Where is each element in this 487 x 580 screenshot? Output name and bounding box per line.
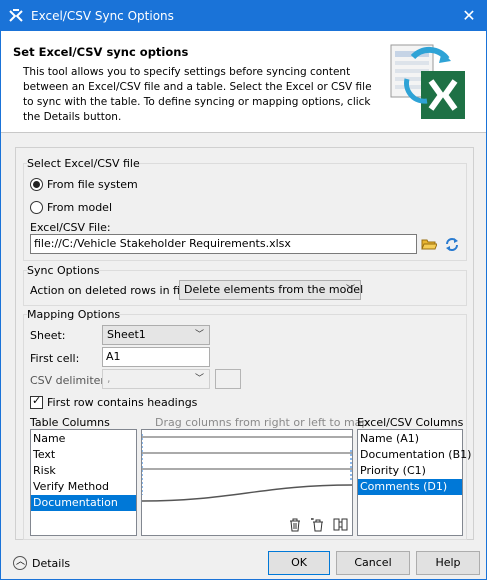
map-by-name-icon[interactable] [333, 517, 348, 532]
radio-from-model[interactable] [30, 201, 43, 214]
first-cell-label: First cell: [30, 352, 80, 365]
first-row-headings-label: First row contains headings [47, 396, 198, 409]
mapping-group-title: Mapping Options [27, 308, 121, 321]
window-title: Excel/CSV Sync Options [31, 9, 174, 23]
header-banner: Set Excel/CSV sync options This tool all… [1, 31, 486, 133]
first-cell-input[interactable]: A1 [102, 347, 210, 367]
auto-map-icon[interactable] [310, 517, 325, 532]
table-columns-list[interactable]: Name Text Risk Verify Method Documentati… [30, 429, 137, 536]
sync-group-title: Sync Options [27, 264, 100, 277]
csv-delimiter-select[interactable]: , ﹀ [102, 369, 210, 389]
excel-column-item-selected[interactable]: Comments (D1) [358, 479, 462, 495]
file-group-title: Select Excel/CSV file [27, 157, 140, 170]
details-expand-button[interactable]: ︿ [13, 556, 27, 570]
refresh-icon[interactable] [444, 236, 460, 252]
title-bar: Excel/CSV Sync Options ✕ [1, 1, 486, 31]
file-path-input[interactable]: file://C:/Vehicle Stakeholder Requiremen… [30, 234, 417, 254]
cancel-button[interactable]: Cancel [336, 551, 410, 575]
header-title: Set Excel/CSV sync options [13, 45, 189, 59]
button-bar: ︿ Details OK Cancel Help [1, 546, 486, 579]
sheet-select[interactable]: Sheet1 ﹀ [102, 325, 210, 345]
sheet-label: Sheet: [30, 329, 66, 342]
csv-delimiter-label: CSV delimiter: [30, 374, 109, 387]
table-columns-label: Table Columns [30, 416, 110, 429]
details-label[interactable]: Details [32, 557, 70, 570]
sheet-value: Sheet1 [107, 328, 146, 341]
chevron-down-icon: ﹀ [345, 285, 355, 295]
radio-from-model-label: From model [47, 201, 113, 214]
deleted-rows-select[interactable]: Delete elements from the model ﹀ [179, 280, 364, 300]
chevron-down-icon: ﹀ [194, 374, 204, 384]
chevron-down-icon: ﹀ [194, 330, 204, 340]
excel-columns-label: Excel/CSV Columns [357, 416, 464, 429]
chevron-up-icon: ︿ [16, 557, 26, 567]
first-row-headings-checkbox[interactable] [30, 394, 43, 409]
table-column-item[interactable]: Risk [31, 463, 136, 479]
csv-delimiter-custom-input[interactable] [215, 369, 241, 389]
excel-column-item[interactable]: Priority (C1) [358, 463, 462, 479]
table-column-item[interactable]: Verify Method [31, 479, 136, 495]
radio-from-file-system-label: From file system [47, 178, 138, 191]
table-column-item-selected[interactable]: Documentation [31, 495, 136, 511]
ok-button[interactable]: OK [268, 551, 330, 575]
deleted-rows-value: Delete elements from the model [184, 283, 364, 296]
table-column-item[interactable]: Name [31, 431, 136, 447]
excel-column-item[interactable]: Name (A1) [358, 431, 462, 447]
mapping-canvas[interactable] [141, 429, 353, 536]
header-description: This tool allows you to specify settings… [23, 66, 372, 123]
excel-column-item[interactable]: Documentation (B1) [358, 447, 471, 463]
file-path-label: Excel/CSV File: [30, 221, 111, 234]
close-button[interactable]: ✕ [458, 5, 480, 27]
drag-hint: Drag columns from right or left to map [155, 416, 369, 429]
sync-options-dialog: Excel/CSV Sync Options ✕ Set Excel/CSV s… [0, 0, 487, 580]
csv-delimiter-value: , [107, 372, 111, 385]
radio-from-file-system[interactable] [30, 178, 43, 191]
excel-columns-list[interactable]: Name (A1) Documentation (B1) Priority (C… [357, 429, 471, 536]
table-column-item[interactable]: Text [31, 447, 136, 463]
excel-sync-icon [390, 44, 465, 119]
help-button[interactable]: Help [416, 551, 480, 575]
trash-icon[interactable] [288, 518, 302, 532]
deleted-rows-label: Action on deleted rows in file: [30, 284, 194, 297]
open-folder-icon[interactable] [421, 236, 437, 252]
app-icon [9, 9, 23, 22]
